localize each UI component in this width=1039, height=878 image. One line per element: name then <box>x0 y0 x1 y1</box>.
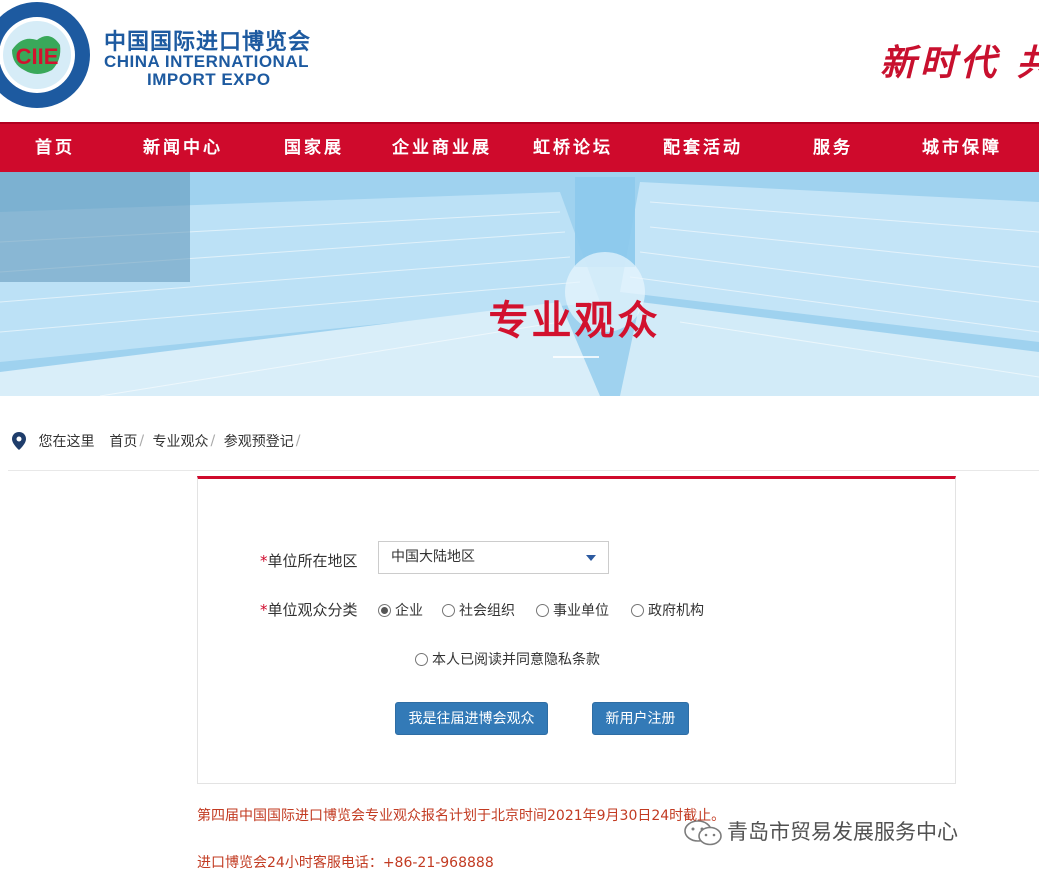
privacy-agreement[interactable]: 本人已阅读并同意隐私条款 <box>415 649 600 669</box>
main-nav: 首页 新闻中心 国家展 企业商业展 虹桥论坛 配套活动 服务 城市保障 <box>0 122 1039 172</box>
breadcrumb: 您在这里 首页 / 专业观众 / 参观预登记 / <box>12 431 304 453</box>
category-label-text: 单位观众分类 <box>267 601 358 619</box>
breadcrumb-item-home[interactable]: 首页 <box>109 431 137 451</box>
nav-item-country-exhibition[interactable]: 国家展 <box>284 124 344 172</box>
breadcrumb-item-pre-registration[interactable]: 参观预登记 <box>224 431 294 451</box>
category-option-government[interactable]: 政府机构 <box>631 600 704 620</box>
region-select-value: 中国大陆地区 <box>391 549 475 565</box>
seal-mark-text: CIIE <box>16 44 59 69</box>
banner-underline <box>553 356 599 358</box>
category-label: *单位观众分类 <box>260 599 358 620</box>
new-user-register-button[interactable]: 新用户注册 <box>592 702 689 735</box>
category-option-enterprise[interactable]: 企业 <box>378 600 423 620</box>
nav-item-city-support[interactable]: 城市保障 <box>922 124 1002 172</box>
banner-venue-illustration <box>0 172 1039 396</box>
registration-form: *单位所在地区 中国大陆地区 *单位观众分类 企业 社会组织 事业单位 政府机构… <box>197 476 956 784</box>
breadcrumb-separator: / <box>295 433 301 449</box>
banner-title: 专业观众 <box>488 298 661 344</box>
category-option-label: 政府机构 <box>648 603 704 619</box>
category-option-social-org[interactable]: 社会组织 <box>442 600 515 620</box>
hotline-note: 进口博览会24小时客服电话：+86-21-968888 <box>197 855 494 871</box>
region-select[interactable]: 中国大陆地区 <box>378 541 609 574</box>
breadcrumb-divider <box>8 470 1039 471</box>
category-option-label: 社会组织 <box>459 603 515 619</box>
nav-item-services[interactable]: 服务 <box>813 124 853 172</box>
region-label-text: 单位所在地区 <box>267 552 358 570</box>
category-option-label: 事业单位 <box>553 603 609 619</box>
radio-unchecked-icon[interactable] <box>442 604 455 617</box>
breadcrumb-separator: / <box>139 433 145 449</box>
category-option-label: 企业 <box>395 603 423 619</box>
logo-english-name-line2: IMPORT EXPO <box>147 70 271 89</box>
ciie-seal-logo[interactable]: CIIE <box>0 0 92 110</box>
breadcrumb-item-professional-visitors[interactable]: 专业观众 <box>153 431 209 451</box>
location-pin-icon <box>12 432 26 450</box>
nav-item-home[interactable]: 首页 <box>35 124 75 172</box>
watermark-text: 青岛市贸易发展服务中心 <box>727 820 958 844</box>
required-marker: * <box>260 552 268 570</box>
chevron-down-icon <box>586 555 596 561</box>
nav-item-business-exhibition[interactable]: 企业商业展 <box>392 124 492 172</box>
page-banner: 专业观众 <box>0 172 1039 396</box>
breadcrumb-separator: / <box>210 433 216 449</box>
nav-item-side-events[interactable]: 配套活动 <box>663 124 743 172</box>
radio-unchecked-icon[interactable] <box>631 604 644 617</box>
logo-english-name-line1: CHINA INTERNATIONAL <box>104 52 309 71</box>
header-slogan: 新时代 共 <box>880 42 1039 84</box>
nav-item-hongqiao-forum[interactable]: 虹桥论坛 <box>533 124 613 172</box>
radio-unchecked-icon[interactable] <box>536 604 549 617</box>
radio-unchecked-icon[interactable] <box>415 653 428 666</box>
breadcrumb-prefix: 您在这里 <box>38 434 95 450</box>
category-option-public-institution[interactable]: 事业单位 <box>536 600 609 620</box>
required-marker: * <box>260 601 268 619</box>
radio-checked-icon[interactable] <box>378 604 391 617</box>
returning-visitor-button[interactable]: 我是往届进博会观众 <box>395 702 548 735</box>
privacy-agreement-label: 本人已阅读并同意隐私条款 <box>432 652 600 668</box>
site-header: CIIE 中国国际进口博览会 CHINA INTERNATIONAL IMPOR… <box>0 0 1039 122</box>
deadline-note: 第四届中国国际进口博览会专业观众报名计划于北京时间2021年9月30日24时截止… <box>197 808 726 824</box>
wechat-icon <box>684 820 722 846</box>
region-label: *单位所在地区 <box>260 550 358 571</box>
wechat-watermark: 青岛市贸易发展服务中心 <box>683 816 958 847</box>
nav-item-news[interactable]: 新闻中心 <box>143 124 223 172</box>
